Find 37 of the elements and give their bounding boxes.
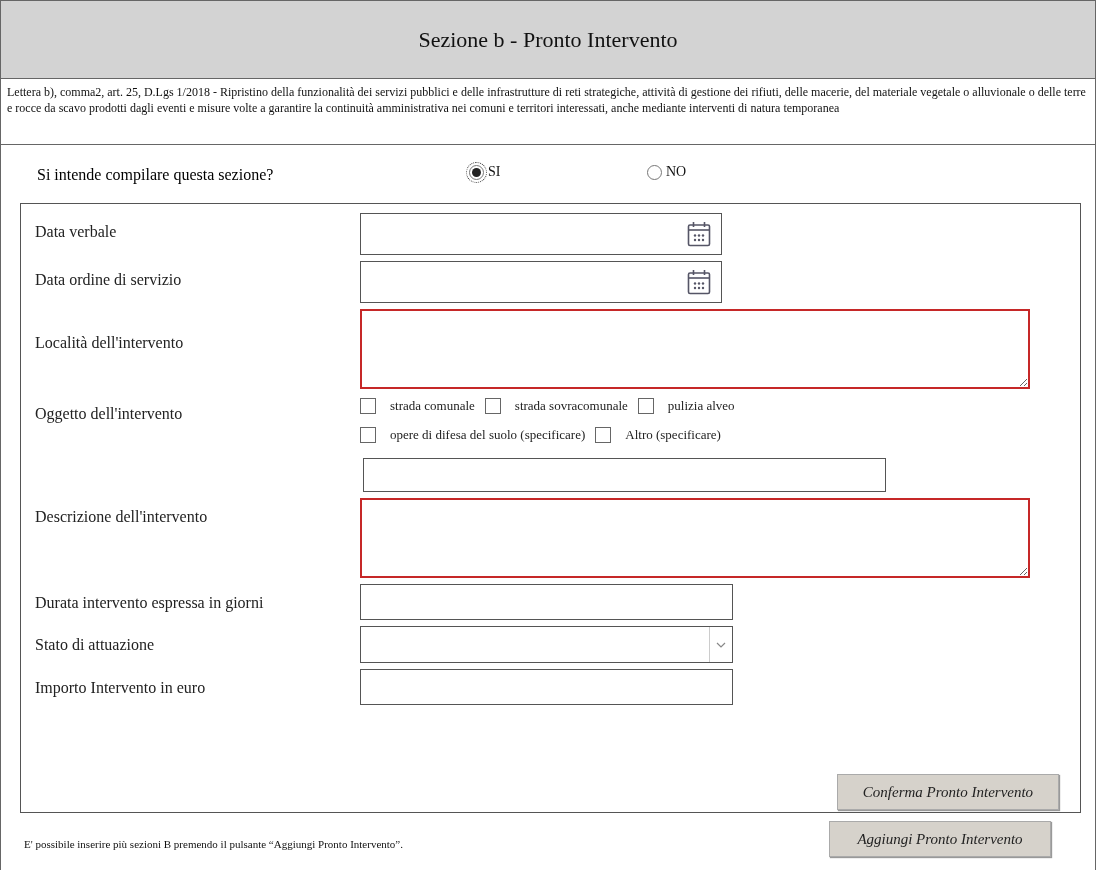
section-description: Lettera b), comma2, art. 25, D.Lgs 1/2018 - Ripristino della funzionalità dei servizi pubblici e delle infrastrutture di reti strategiche, attività di gestione dei rifiuti, delle macerie, del materiale vegetale o alluvionale o delle terre e rocce da scavo prodotti dagli eventi e misure volte a garantire la continuità amministrativa nei comuni e territori interessati, anche mediante interventi di natura temporanea (1, 79, 1095, 145)
checkbox[interactable] (637, 398, 654, 414)
input-field[interactable] (360, 669, 733, 705)
input-field[interactable] (363, 458, 886, 492)
dropdown-field[interactable] (360, 626, 733, 663)
checkbox[interactable] (484, 398, 501, 414)
question-label: Si intende compilare questa sezione? (36, 165, 275, 184)
input-field[interactable] (360, 584, 733, 620)
add-button[interactable]: Aggiungi Pronto Intervento (829, 821, 1051, 857)
checkbox[interactable] (595, 427, 612, 443)
field-label: Data verbale (34, 222, 118, 241)
field-label: Stato di attuazione (34, 635, 156, 654)
chevron-down-icon (716, 641, 726, 648)
checkbox-label: strada comunale (390, 398, 475, 414)
checkbox[interactable] (360, 427, 376, 443)
checkbox-label: pulizia alveo (667, 398, 735, 414)
field-label: Durata intervento espressa in giorni (34, 593, 265, 612)
date-field[interactable] (360, 261, 722, 303)
field-label: Località dell'intervento (34, 333, 185, 352)
checkbox-label: strada sovracomunale (514, 398, 628, 414)
checkbox[interactable] (360, 398, 376, 414)
calendar-icon[interactable] (687, 221, 711, 247)
radio-option[interactable]: SI (469, 164, 647, 180)
field-label: Oggetto dell'intervento (34, 404, 184, 423)
field-label: Descrizione dell'intervento (34, 507, 209, 526)
calendar-icon[interactable] (687, 269, 711, 295)
text-area[interactable] (360, 309, 1030, 389)
date-field[interactable] (360, 213, 722, 255)
section-title: Sezione b - Pronto Intervento (1, 0, 1095, 79)
footer-note: E' possibile inserire più sezioni B premendo il pulsante “Aggiungi Pronto Intervento”. (24, 838, 403, 852)
confirm-button[interactable]: Conferma Pronto Intervento (837, 774, 1059, 810)
field-label: Data ordine di servizio (34, 270, 183, 289)
field-label: Importo Intervento in euro (34, 678, 207, 697)
radio-option[interactable]: NO (647, 164, 825, 180)
text-area[interactable] (360, 498, 1030, 578)
checkbox-label: opere di difesa del suolo (specificare) (390, 427, 586, 443)
checkbox-label: Altro (specificare) (625, 427, 721, 443)
